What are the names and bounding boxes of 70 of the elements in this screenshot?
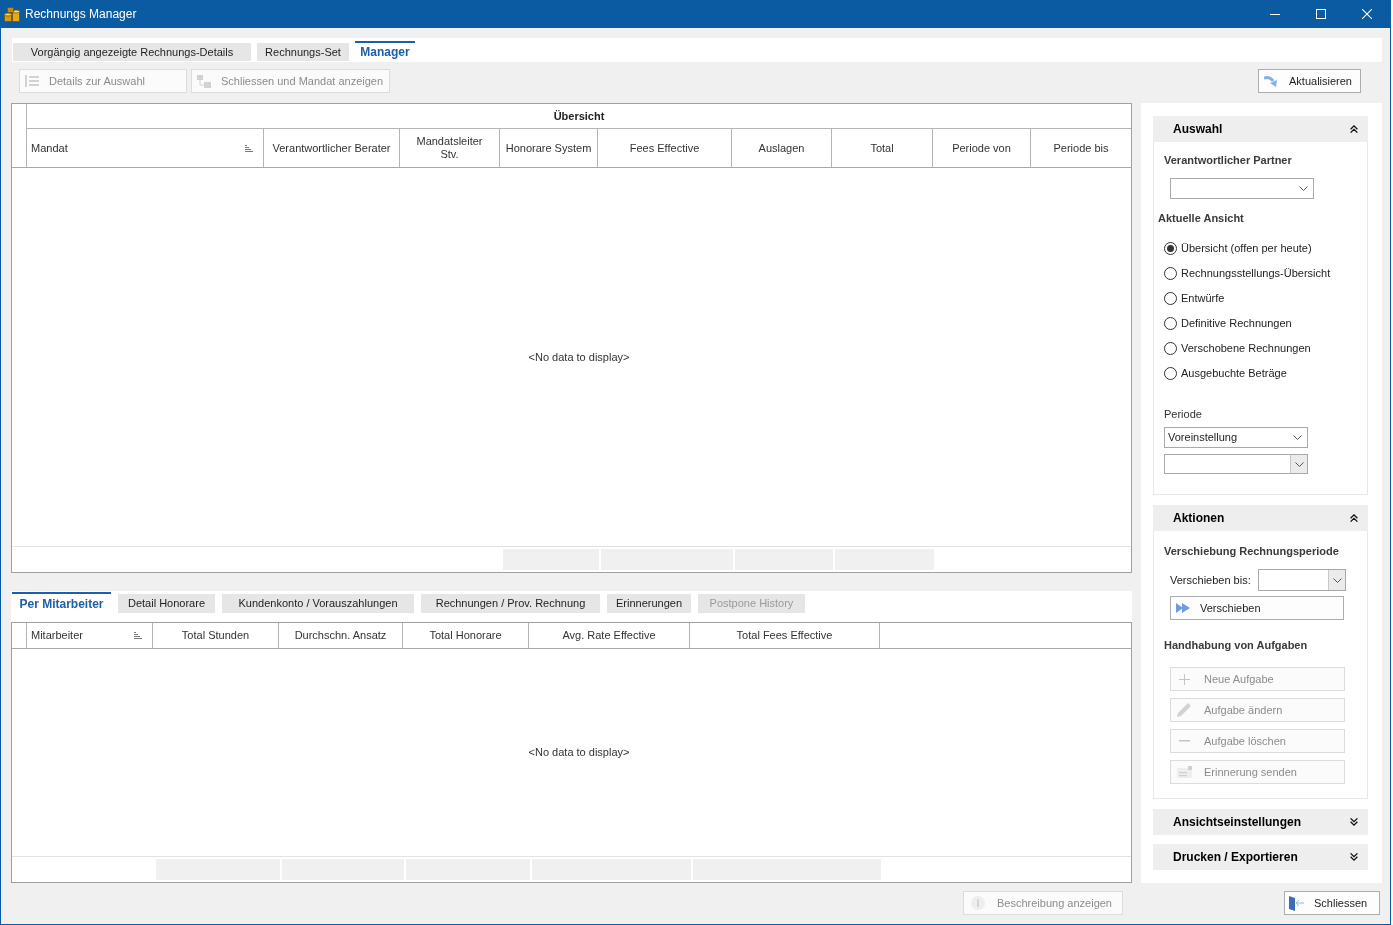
field-label: Periode — [1164, 407, 1202, 422]
door-icon — [1288, 895, 1304, 911]
list-icon — [25, 75, 39, 87]
radio-option[interactable]: Übersicht (offen per heute) — [1164, 236, 1331, 261]
radio-option[interactable]: Ausgebuchte Beträge — [1164, 361, 1331, 386]
tab[interactable]: Kundenkonto / Vorauszahlungen — [222, 594, 414, 613]
column-header[interactable]: Mandatsleiter Stv. — [400, 129, 500, 167]
tab[interactable]: Detail Honorare — [118, 594, 215, 613]
dropdown[interactable] — [1258, 569, 1346, 591]
group-label: Aktuelle Ansicht — [1158, 211, 1244, 226]
column-header[interactable]: Periode bis — [1031, 129, 1131, 167]
close-icon — [1362, 9, 1372, 19]
hierarchy-icon — [197, 74, 211, 88]
window-title: Rechnungs Manager — [25, 6, 137, 23]
column-header[interactable]: Honorare System — [500, 129, 598, 167]
fast-forward-icon — [1176, 603, 1190, 613]
group-label: Handhabung von Aufgaben — [1164, 638, 1308, 653]
column-header[interactable]: Periode von — [933, 129, 1031, 167]
dropdown[interactable] — [1164, 454, 1308, 474]
chevron-down-icon — [1332, 577, 1342, 583]
band-header: Übersicht — [27, 104, 1131, 129]
sort-icon — [134, 632, 142, 639]
minimize-icon — [1270, 13, 1280, 15]
radio-option[interactable]: Entwürfe — [1164, 286, 1331, 311]
field-label: Verantwortlicher Partner — [1164, 153, 1292, 168]
radio-option[interactable]: Definitive Rechnungen — [1164, 311, 1331, 336]
tab[interactable]: Manager — [355, 41, 415, 61]
chevron-down-icon — [1294, 461, 1304, 467]
maximize-icon — [1316, 9, 1326, 19]
column-header[interactable]: Total Fees Effective — [690, 623, 880, 648]
postpone-button[interactable]: Verschieben — [1170, 596, 1344, 620]
refresh-button[interactable]: Aktualisieren — [1258, 69, 1361, 93]
chevron-down-icon — [1293, 435, 1302, 440]
section-header[interactable]: Auswahl — [1153, 116, 1368, 142]
tab[interactable]: Erinnerungen — [607, 594, 691, 613]
coins-icon — [4, 6, 20, 22]
section-header[interactable]: Aktionen — [1153, 505, 1368, 531]
dropdown[interactable]: Voreinstellung — [1164, 427, 1308, 448]
sort-icon — [245, 144, 253, 152]
plus-icon — [1178, 673, 1190, 685]
column-header[interactable]: Auslagen — [732, 129, 832, 167]
column-header[interactable]: Fees Effective — [598, 129, 732, 167]
dropdown[interactable] — [1170, 178, 1314, 199]
pencil-icon — [1177, 703, 1191, 717]
group-label: Verschiebung Rechnungsperiode — [1164, 544, 1339, 559]
column-header[interactable]: Total — [832, 129, 933, 167]
dropdown-button[interactable] — [1290, 455, 1307, 473]
radio-option[interactable]: Verschobene Rechnungen — [1164, 336, 1331, 361]
close-button[interactable]: Schliessen — [1284, 891, 1380, 915]
column-header[interactable]: Mandat — [27, 129, 264, 167]
column-header[interactable]: Total Honorare — [403, 623, 529, 648]
dropdown-button[interactable] — [1328, 570, 1345, 590]
column-header[interactable]: Verantwortlicher Berater — [264, 129, 400, 167]
tab[interactable]: Rechnungen / Prov. Rechnung — [421, 594, 600, 613]
note-icon — [1176, 766, 1192, 778]
tab[interactable]: Rechnungs-Set — [257, 43, 349, 61]
info-icon — [971, 896, 985, 910]
field-label: Verschieben bis: — [1170, 572, 1252, 588]
refresh-icon — [1264, 75, 1278, 87]
column-header[interactable]: Total Stunden — [153, 623, 279, 648]
radio-option[interactable]: Rechnungsstellungs-Übersicht — [1164, 261, 1331, 286]
empty-message: <No data to display> — [528, 745, 630, 761]
column-header[interactable]: Durchschn. Ansatz — [279, 623, 403, 648]
section-header[interactable]: Drucken / Exportieren — [1153, 844, 1368, 870]
column-header[interactable]: Avg. Rate Effective — [529, 623, 690, 648]
column-header[interactable]: Mitarbeiter — [27, 623, 153, 648]
minus-icon — [1178, 740, 1190, 742]
tab[interactable]: Vorgängig angezeigte Rechnungs-Details — [13, 43, 251, 61]
empty-message: <No data to display> — [528, 349, 630, 365]
chevron-down-icon — [1299, 186, 1308, 191]
